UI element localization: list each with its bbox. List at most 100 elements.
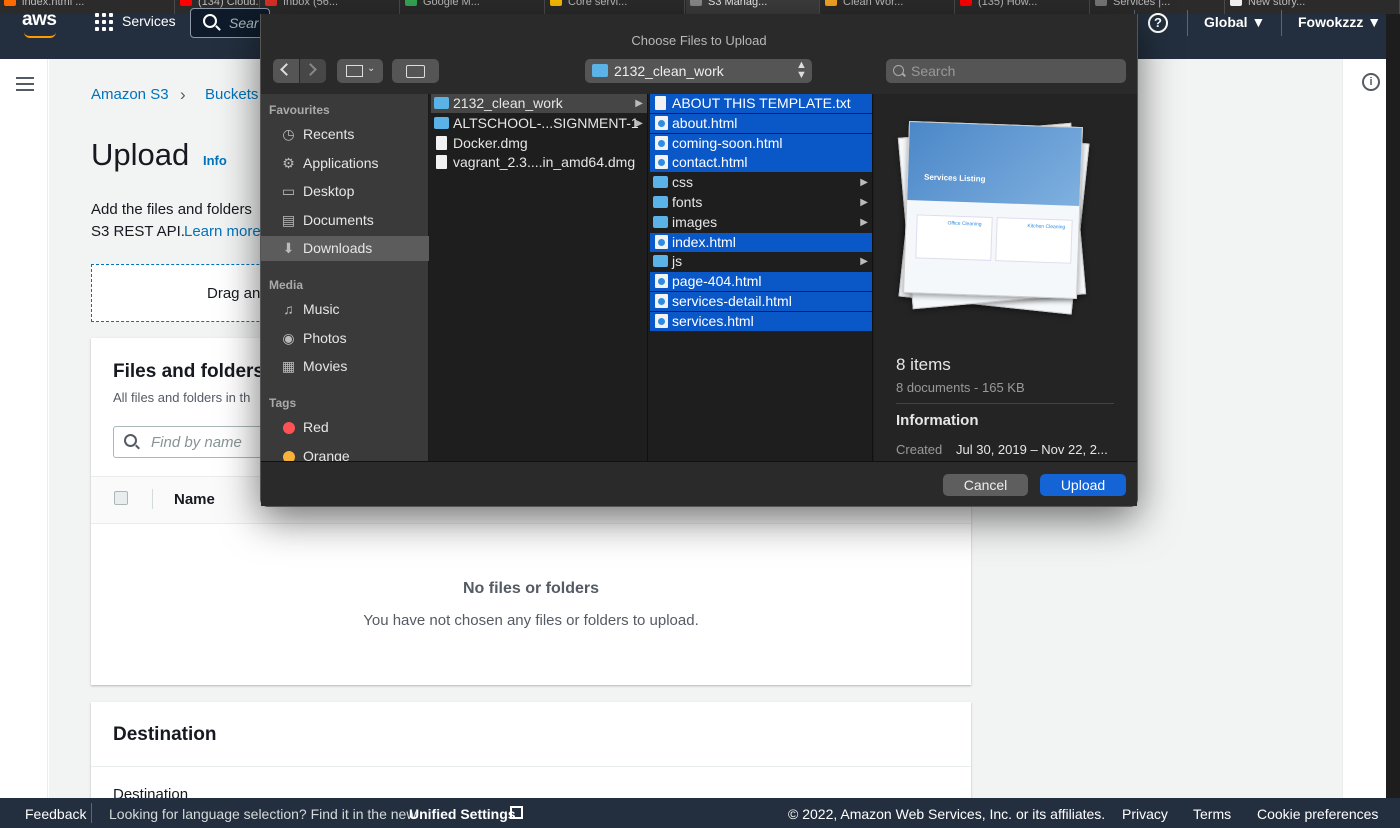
file-row[interactable]: services-detail.html [650, 292, 872, 311]
file-row[interactable]: ABOUT THIS TEMPLATE.txt [650, 94, 872, 113]
sidebar-item-downloads[interactable]: ⬇ Downloads [261, 236, 429, 262]
browser-tab[interactable]: Inbox (56... [261, 0, 400, 14]
terms-link[interactable]: Terms [1193, 806, 1231, 822]
file-row[interactable]: css ▶ [650, 173, 872, 192]
aws-logo-smile-icon [24, 32, 56, 38]
file-row[interactable]: contact.html [650, 153, 872, 173]
unified-settings-link[interactable]: Unified Settings [409, 806, 516, 822]
browser-tab[interactable]: New story... [1226, 0, 1400, 14]
movies-icon: ▦ [281, 358, 296, 375]
sidebar-header-favourites: Favourites [269, 103, 330, 117]
column-header-name[interactable]: Name [174, 491, 215, 508]
sidebar-item-label: Downloads [303, 240, 373, 257]
chevron-right-icon: ▶ [860, 197, 868, 208]
sidebar-item-movies[interactable]: ▦ Movies [261, 354, 429, 379]
upload-button[interactable]: Upload [1040, 474, 1126, 496]
tab-favicon-icon [1230, 0, 1242, 6]
created-label: Created [896, 442, 943, 457]
browser-tab-label: Services |... [1113, 0, 1171, 8]
search-icon [203, 14, 217, 28]
file-row[interactable]: 2132_clean_work ▶ [431, 94, 647, 113]
hamburger-menu-icon[interactable] [16, 77, 34, 91]
help-icon[interactable]: ? [1148, 13, 1168, 33]
aws-logo[interactable]: aws [22, 9, 57, 31]
document-icon [655, 96, 666, 110]
file-row[interactable]: js ▶ [650, 252, 872, 271]
sidebar-item-desktop[interactable]: ▭ Desktop [261, 179, 429, 204]
photos-icon: ◉ [282, 329, 295, 346]
sidebar-header-media: Media [269, 278, 304, 292]
new-folder-button[interactable] [392, 59, 439, 83]
browser-tab[interactable]: (135) How... [956, 0, 1090, 14]
search-icon [893, 65, 904, 76]
sidebar-header-tags: Tags [269, 396, 297, 410]
applications-icon: ⚙ [282, 154, 295, 171]
select-all-checkbox[interactable] [114, 491, 128, 505]
browser-tab[interactable]: Google M... [401, 0, 545, 14]
empty-state-title: No files or folders [462, 580, 600, 597]
file-row[interactable]: index.html [650, 232, 872, 252]
file-row[interactable]: ALTSCHOOL-...SIGNMENT-1 ▶ [431, 114, 647, 133]
file-row[interactable]: about.html [650, 113, 872, 133]
drop-zone-text: Drag an [207, 285, 261, 302]
browser-tab[interactable]: Core servi... [546, 0, 685, 14]
nav-divider [1187, 10, 1188, 36]
sidebar-item-documents[interactable]: ▤ Documents [261, 208, 429, 233]
forward-button[interactable] [300, 59, 326, 83]
documents-icon: ▤ [281, 211, 296, 228]
file-row[interactable]: fonts ▶ [650, 193, 872, 212]
tab-favicon-icon [265, 0, 277, 6]
services-menu-button[interactable]: Services [122, 13, 176, 29]
folder-icon [653, 176, 668, 189]
browser-tab[interactable]: S3 Manag... [686, 0, 820, 14]
file-row[interactable]: services.html [650, 311, 872, 331]
feedback-link[interactable]: Feedback [25, 806, 86, 822]
browser-tab-label: (134) Cloud... [198, 0, 260, 8]
browser-tab[interactable]: Services |... [1091, 0, 1225, 14]
browser-tab[interactable]: Clean Wor... [821, 0, 955, 14]
breadcrumb-amazon-s3[interactable]: Amazon S3 [91, 86, 169, 103]
tab-favicon-icon [180, 0, 192, 6]
file-row[interactable]: page-404.html [650, 272, 872, 292]
breadcrumb-buckets[interactable]: Buckets [205, 86, 258, 103]
folder-icon [434, 116, 449, 129]
destination-panel [91, 702, 971, 802]
file-name: 2132_clean_work [453, 95, 563, 111]
downloads-icon: ⬇ [282, 240, 295, 257]
browser-tab-label: New story... [1248, 0, 1306, 8]
preview-divider [896, 403, 1114, 404]
folder-icon [653, 255, 668, 268]
sidebar-item-music[interactable]: ♫ Music [261, 297, 429, 322]
tab-favicon-icon [960, 0, 972, 6]
file-row[interactable]: images ▶ [650, 213, 872, 232]
sidebar-item-red[interactable]: Red [261, 415, 429, 440]
file-name: ABOUT THIS TEMPLATE.txt [672, 95, 851, 111]
region-selector[interactable]: Global ▼ [1204, 14, 1265, 30]
learn-more-link[interactable]: Learn more [184, 223, 261, 240]
info-panel-icon[interactable]: i [1362, 73, 1380, 91]
sidebar-item-recents[interactable]: ◷ Recents [261, 122, 429, 147]
cancel-button[interactable]: Cancel [943, 474, 1028, 496]
sidebar-item-photos[interactable]: ◉ Photos [261, 326, 429, 351]
file-row[interactable]: Docker.dmg [431, 134, 647, 153]
created-value: Jul 30, 2019 – Nov 22, 2... [956, 442, 1108, 457]
services-grid-icon[interactable] [95, 13, 113, 31]
file-name: services-detail.html [672, 293, 792, 309]
updown-arrows-icon: ▲ ▼ [796, 59, 807, 81]
breadcrumb-chevron-icon: › [180, 85, 186, 104]
privacy-link[interactable]: Privacy [1122, 806, 1168, 822]
account-menu[interactable]: Fowokzzz ▼ [1298, 14, 1381, 30]
view-mode-button[interactable]: ⌄ [337, 59, 383, 83]
back-button[interactable] [273, 59, 299, 83]
sidebar-item-applications[interactable]: ⚙ Applications [261, 151, 429, 176]
file-row[interactable]: coming-soon.html [650, 133, 872, 153]
browser-tab-label: index.html ... [22, 0, 85, 8]
info-link[interactable]: Info [203, 153, 227, 168]
footer-divider [91, 803, 92, 823]
tab-favicon-icon [690, 0, 702, 6]
file-row[interactable]: vagrant_2.3....in_amd64.dmg [431, 153, 647, 172]
cookie-preferences-link[interactable]: Cookie preferences [1257, 806, 1378, 822]
dialog-search-placeholder: Search [911, 63, 956, 79]
thumbnail-card: Office Cleaning [915, 214, 993, 261]
file-name: fonts [672, 194, 703, 210]
